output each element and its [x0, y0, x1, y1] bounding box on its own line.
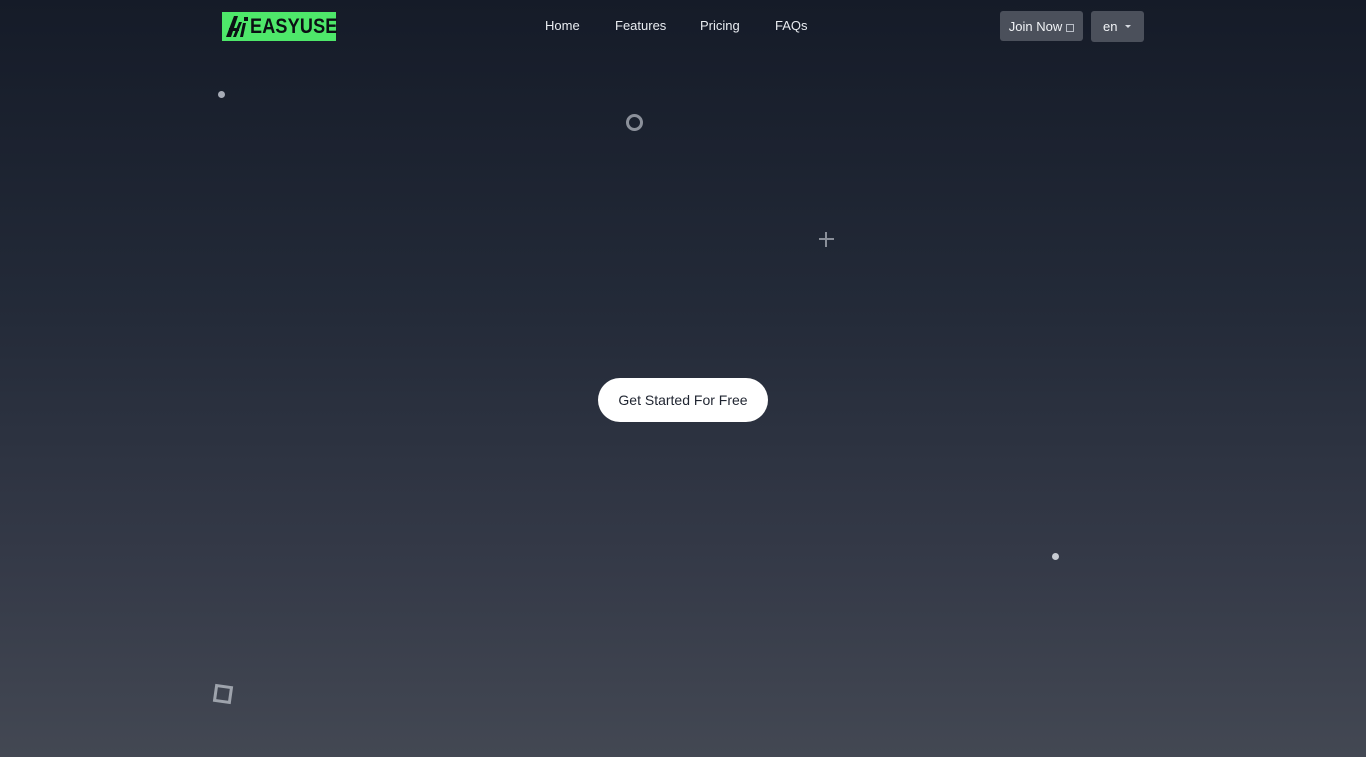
language-select[interactable]: en [1091, 11, 1144, 42]
nav-home[interactable]: Home [545, 17, 580, 35]
page-background: EASYUSE Home Features Pricing FAQs Join … [0, 0, 1366, 757]
nav-pricing[interactable]: Pricing [700, 17, 740, 35]
decor-dot [218, 91, 225, 98]
chevron-down-icon [1125, 25, 1131, 28]
language-value: en [1103, 19, 1118, 34]
external-link-icon [1066, 23, 1075, 32]
decor-plus [819, 232, 834, 247]
navbar: EASYUSE Home Features Pricing FAQs Join … [0, 0, 1366, 52]
nav-features[interactable]: Features [615, 17, 666, 35]
decor-square [212, 683, 234, 705]
decor-ring [626, 114, 643, 131]
decor-dot [1052, 553, 1059, 560]
join-now-label: Join Now [1008, 18, 1063, 34]
get-started-button[interactable]: Get Started For Free [598, 378, 768, 422]
join-now-button[interactable]: Join Now [1000, 11, 1083, 41]
main-nav: Home Features Pricing FAQs [0, 0, 1366, 52]
nav-faqs[interactable]: FAQs [775, 17, 808, 35]
